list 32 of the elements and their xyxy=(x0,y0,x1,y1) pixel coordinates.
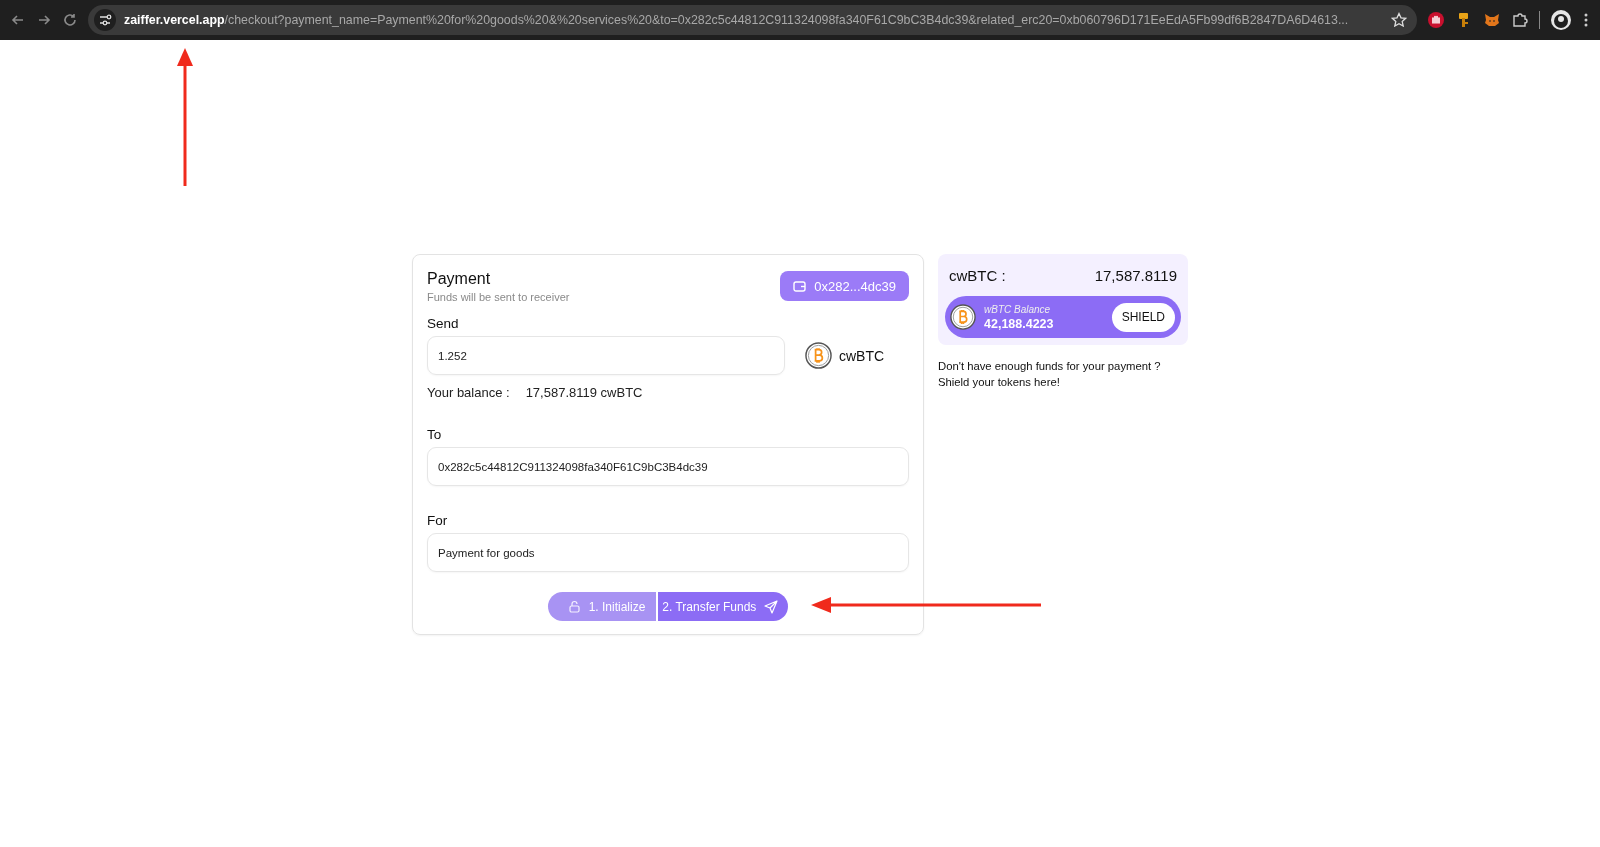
token-amount: 17,587.8119 xyxy=(1094,267,1177,284)
field-label: Send xyxy=(427,316,460,331)
wrapped-balance-label: wBTC Balance xyxy=(984,303,1052,315)
shield-hint-text: Don't have enough funds for your payment ? Shield your tokens here! xyxy=(938,359,1162,390)
wrapped-balance-amount: 42,188.4223 xyxy=(984,316,1055,331)
reload-icon[interactable] xyxy=(62,12,78,28)
menu-icon[interactable] xyxy=(1582,11,1590,29)
amount-input[interactable]: 1.252 xyxy=(427,336,785,375)
unlock-icon xyxy=(567,600,581,613)
card-subtitle: Funds will be sent to receiver xyxy=(427,291,570,303)
wallet-icon xyxy=(793,279,807,293)
bitcoin-coin-icon xyxy=(805,342,832,369)
fox-icon[interactable] xyxy=(1483,11,1501,29)
bookmark-star-icon[interactable] xyxy=(1391,12,1407,28)
field-label: For xyxy=(427,513,449,528)
balance-value: 17,587.8119 cwBTC xyxy=(525,385,643,400)
description-input[interactable]: Payment for goods xyxy=(427,533,909,572)
send-icon xyxy=(764,599,779,614)
stop-hand-icon[interactable] xyxy=(1427,11,1445,29)
recipient-input[interactable]: 0x282c5c44812C911324098fa340F61C9bC3B4dc39 xyxy=(427,447,909,486)
site-settings-icon[interactable] xyxy=(94,9,116,31)
token-name: cwBTC xyxy=(839,347,885,364)
balance-label: Your balance : xyxy=(427,385,510,400)
field-label: To xyxy=(427,427,443,442)
shield-button[interactable]: SHIELD xyxy=(1111,302,1175,332)
profile-avatar-icon[interactable] xyxy=(1550,9,1572,31)
bitcoin-coin-icon xyxy=(950,304,976,330)
puzzle-extensions-icon[interactable] xyxy=(1511,11,1529,29)
address-bar[interactable]: zaiffer.vercel.app/checkout?payment_name=Payment%20for%20goods%20&%20services%20&to=0x282c5c44812C911324098fa340F61C9bC3B4dc39&related_erc20=0xb060796D171EeEdA5Fb99df6B2847DA6D4613... xyxy=(88,5,1417,35)
card-title: Payment xyxy=(427,270,492,288)
token-label: cwBTC : xyxy=(949,267,1006,284)
step-button[interactable]: 2. Transfer Funds xyxy=(658,592,789,621)
